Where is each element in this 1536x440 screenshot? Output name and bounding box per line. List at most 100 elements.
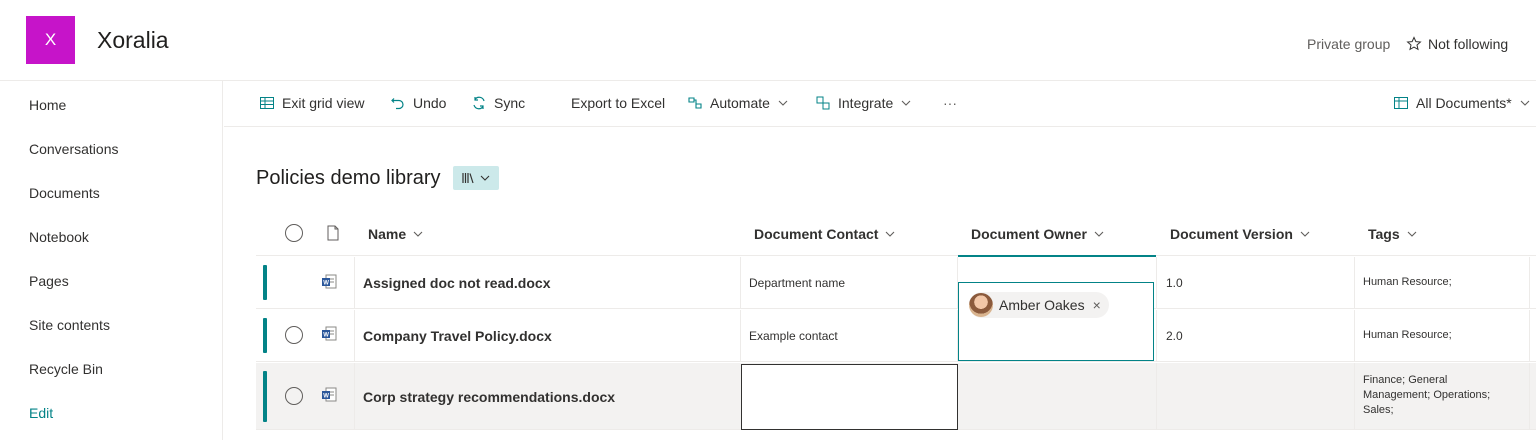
cell-divider [740, 257, 741, 308]
file-name-link[interactable]: Company Travel Policy.docx [363, 328, 552, 344]
site-header: X Xoralia Private group Not following [0, 0, 1536, 81]
nav-item-home[interactable]: Home [29, 97, 66, 113]
selected-person-chip[interactable]: Amber Oakes × [969, 292, 1109, 318]
column-tags-label: Tags [1368, 226, 1400, 242]
grid-header: Name Document Contact Document Owner Doc… [256, 212, 1536, 256]
view-selector[interactable]: All Documents* [1393, 95, 1531, 111]
library-view-switch[interactable] [453, 166, 499, 190]
contact-cell[interactable]: Example contact [749, 329, 838, 343]
cell-divider [1529, 257, 1530, 308]
nav-item-recycle-bin[interactable]: Recycle Bin [29, 361, 103, 377]
export-label: Export to Excel [571, 95, 666, 111]
automate-icon [688, 97, 702, 109]
column-header-owner[interactable]: Document Owner [971, 226, 1105, 242]
nav-edit-link[interactable]: Edit [29, 405, 53, 421]
undo-label: Undo [413, 95, 447, 111]
nav-item-documents[interactable]: Documents [29, 185, 100, 201]
column-contact-label: Document Contact [754, 226, 879, 242]
word-doc-icon: W [322, 274, 337, 289]
file-name-link[interactable]: Assigned doc not read.docx [363, 275, 550, 291]
command-bar: Exit grid view Undo Sync Export to Excel… [224, 81, 1536, 127]
cell-divider [1529, 363, 1530, 429]
svg-text:W: W [323, 281, 329, 287]
select-all-radio[interactable] [285, 224, 303, 242]
cell-divider [1354, 257, 1355, 308]
chevron-down-icon [480, 175, 489, 181]
star-icon [1406, 36, 1422, 51]
svg-text:W: W [323, 333, 329, 339]
cell-divider [740, 310, 741, 361]
integrate-label: Integrate [838, 95, 894, 111]
version-cell[interactable]: 1.0 [1166, 276, 1183, 290]
tags-cell[interactable]: Human Resource; [1363, 329, 1452, 341]
export-excel-button[interactable]: Export to Excel [571, 95, 665, 111]
chevron-down-icon [1407, 231, 1417, 237]
file-name-link[interactable]: Corp strategy recommendations.docx [363, 389, 615, 405]
cell-divider [1156, 257, 1157, 308]
sync-label: Sync [494, 95, 526, 111]
sync-icon [473, 96, 485, 110]
column-version-label: Document Version [1170, 226, 1293, 242]
file-type-icon[interactable] [326, 225, 340, 241]
column-owner-label: Document Owner [971, 226, 1087, 242]
table-row[interactable]: W Company Travel Policy.docx Example con… [256, 310, 1536, 362]
nav-item-conversations[interactable]: Conversations [29, 141, 119, 157]
column-header-version[interactable]: Document Version [1170, 226, 1311, 242]
column-header-tags[interactable]: Tags [1368, 226, 1418, 242]
cell-divider [354, 310, 355, 361]
row-select-radio[interactable] [285, 326, 303, 344]
sync-button[interactable]: Sync [471, 95, 525, 111]
row-status-bar [263, 371, 267, 422]
follow-button[interactable]: Not following [1406, 36, 1508, 52]
undo-button[interactable]: Undo [390, 95, 446, 111]
chevron-down-icon [901, 100, 911, 106]
row-select-radio[interactable] [285, 387, 303, 405]
undo-icon [391, 98, 404, 110]
person-avatar [969, 293, 993, 317]
cell-divider [1354, 363, 1355, 429]
remove-person-icon[interactable]: × [1093, 297, 1101, 313]
person-name: Amber Oakes [999, 297, 1085, 313]
nav-item-notebook[interactable]: Notebook [29, 229, 89, 245]
site-logo[interactable]: X [26, 16, 75, 64]
cell-divider [1156, 310, 1157, 361]
svg-text:W: W [323, 394, 329, 400]
chevron-down-icon [886, 231, 895, 237]
row-status-bar [263, 265, 267, 300]
cell-divider [1156, 363, 1157, 429]
cell-divider [1354, 310, 1355, 361]
exit-grid-view-button[interactable]: Exit grid view [259, 95, 364, 111]
tags-cell[interactable]: Finance; General Management; Operations;… [1363, 373, 1513, 418]
list-view-icon [1394, 97, 1408, 109]
cell-divider [354, 257, 355, 308]
version-cell[interactable]: 2.0 [1166, 329, 1183, 343]
nav-item-site-contents[interactable]: Site contents [29, 317, 110, 333]
library-icon [461, 173, 474, 184]
chevron-down-icon [413, 231, 423, 237]
chevron-down-icon [1520, 100, 1530, 106]
cell-divider [354, 363, 355, 429]
row-status-bar [263, 318, 267, 353]
chevron-down-icon [1300, 231, 1310, 237]
owner-people-picker[interactable]: Amber Oakes × [958, 282, 1154, 361]
chevron-down-icon [1094, 231, 1104, 237]
contact-cell-editor[interactable] [741, 364, 958, 430]
column-name-label: Name [368, 226, 407, 242]
chevron-down-icon [778, 100, 788, 106]
exit-grid-label: Exit grid view [282, 95, 365, 111]
view-selector-label: All Documents* [1416, 95, 1512, 111]
table-row[interactable]: W Assigned doc not read.docx Department … [256, 257, 1536, 309]
tags-cell[interactable]: Human Resource; [1363, 276, 1452, 288]
word-doc-icon: W [322, 387, 337, 402]
site-title[interactable]: Xoralia [97, 27, 169, 54]
column-header-contact[interactable]: Document Contact [754, 226, 896, 242]
column-header-name[interactable]: Name [368, 226, 424, 242]
automate-button[interactable]: Automate [687, 95, 789, 111]
left-navigation: Home Conversations Documents Notebook Pa… [0, 81, 223, 440]
nav-item-pages[interactable]: Pages [29, 273, 69, 289]
site-logo-letter: X [44, 30, 57, 49]
integrate-button[interactable]: Integrate [815, 95, 912, 111]
more-options-button[interactable]: ··· [943, 95, 957, 111]
integrate-icon [816, 96, 830, 110]
contact-cell[interactable]: Department name [749, 276, 845, 290]
